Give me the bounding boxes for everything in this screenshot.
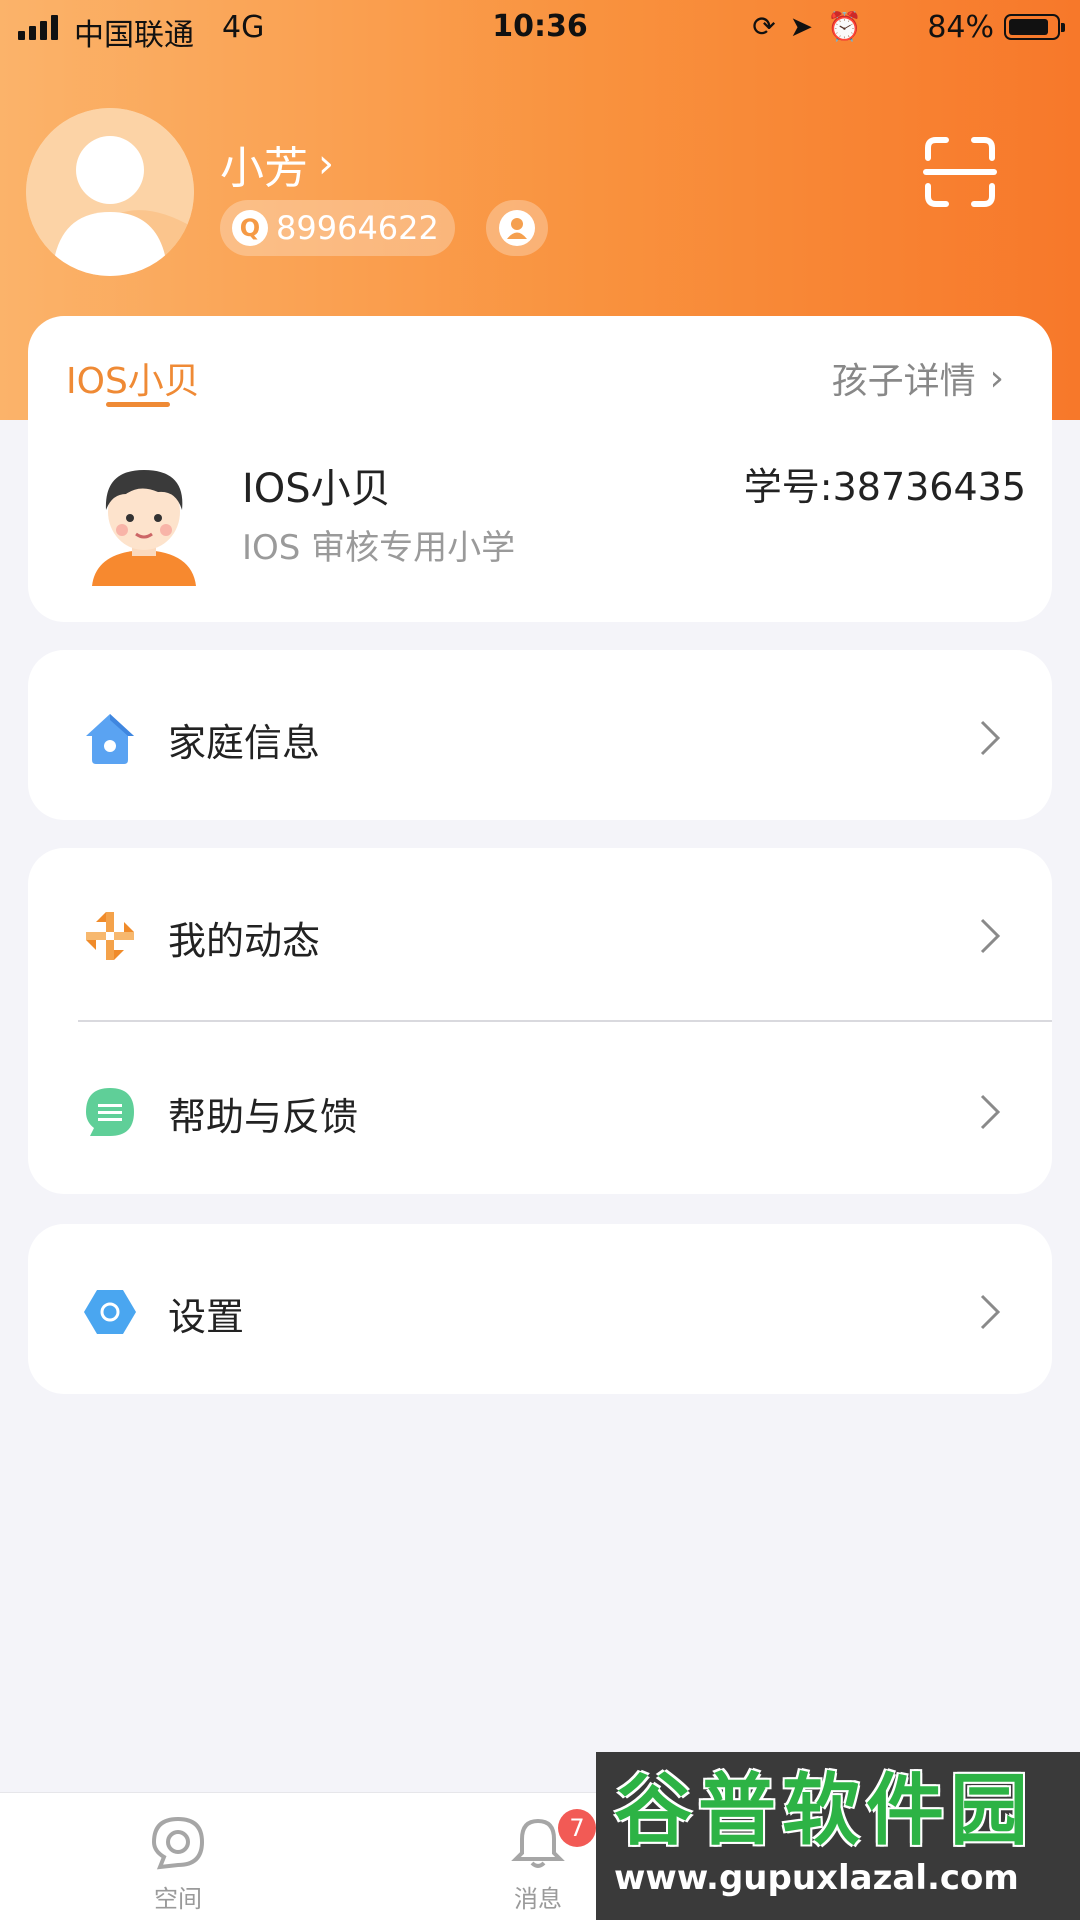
tab-space[interactable]: 空间 [118,1815,238,1914]
menu-label: 家庭信息 [168,721,321,765]
pinwheel-icon [86,912,134,960]
unread-badge: 7 [558,1809,596,1847]
student-id: 学号:38736435 [743,465,1026,509]
menu-item-my-moments[interactable]: 我的动态 [28,848,1052,1018]
user-name: 小芳 [220,143,308,194]
system-icons: ⟳ ➤ ⏰ [752,10,862,43]
status-bar: 中国联通 4G 10:36 ⟳ ➤ ⏰ 84% [0,0,1080,56]
location-icon: ➤ [789,10,814,43]
chevron-right-icon [980,1094,1001,1130]
watermark: 谷普软件园 www.gupuxlazal.com [596,1752,1080,1920]
battery-icon [1004,14,1065,40]
chevron-right-icon: › [989,357,1004,399]
profile-card-button[interactable] [486,200,548,256]
default-avatar-icon [26,108,194,276]
chevron-right-icon: › [318,141,334,187]
alarm-icon: ⏰ [827,10,862,43]
chat-bubble-icon [86,1088,134,1136]
menu-item-settings[interactable]: 设置 [28,1224,1052,1394]
chevron-right-icon [980,1294,1001,1330]
user-avatar[interactable] [26,108,194,276]
child-school: IOS 审核专用小学 [242,528,516,568]
scan-qr-button[interactable] [922,134,998,210]
scan-icon [923,137,997,207]
qq-id: 89964622 [276,209,439,247]
tab-label: 消息 [514,1885,562,1913]
tab-label: 空间 [154,1885,202,1913]
battery-percent: 84% [927,10,994,45]
qq-icon: Q [232,210,268,246]
chevron-right-icon [980,918,1001,954]
hexagon-settings-icon [84,1290,136,1334]
divider [78,1020,1052,1022]
rotation-lock-icon: ⟳ [752,10,776,43]
activity-help-card: 我的动态 帮助与反馈 [28,848,1052,1194]
menu-label: 帮助与反馈 [168,1095,359,1139]
family-info-card: 家庭信息 [28,650,1052,820]
child-card: IOS小贝 孩子详情 › IOS小贝 IOS 审核专用小学 学号:3873643… [28,316,1052,622]
child-details-link[interactable]: 孩子详情 › [832,352,1004,404]
tab-messages[interactable]: 7 消息 [478,1809,598,1914]
space-icon [151,1816,205,1870]
menu-item-family-info[interactable]: 家庭信息 [28,650,1052,820]
house-icon [86,714,134,764]
menu-item-help-feedback[interactable]: 帮助与反馈 [28,1024,1052,1194]
qq-id-badge[interactable]: Q 89964622 [220,200,455,256]
battery-fill [1009,19,1048,35]
child-tab[interactable]: IOS小贝 [66,352,200,404]
child-avatar-icon[interactable] [88,460,200,586]
chevron-right-icon [980,720,1001,756]
person-icon [499,210,535,246]
tab-indicator [106,402,170,407]
child-details-label: 孩子详情 [831,361,976,402]
menu-label: 我的动态 [168,919,321,963]
settings-card: 设置 [28,1224,1052,1394]
child-name: IOS小贝 [242,466,391,512]
watermark-url: www.gupuxlazal.com [614,1858,1019,1898]
clock: 10:36 [492,9,588,44]
user-name-link[interactable]: 小芳 › [220,132,334,196]
menu-label: 设置 [168,1295,245,1339]
watermark-title: 谷普软件园 [614,1766,1035,1856]
